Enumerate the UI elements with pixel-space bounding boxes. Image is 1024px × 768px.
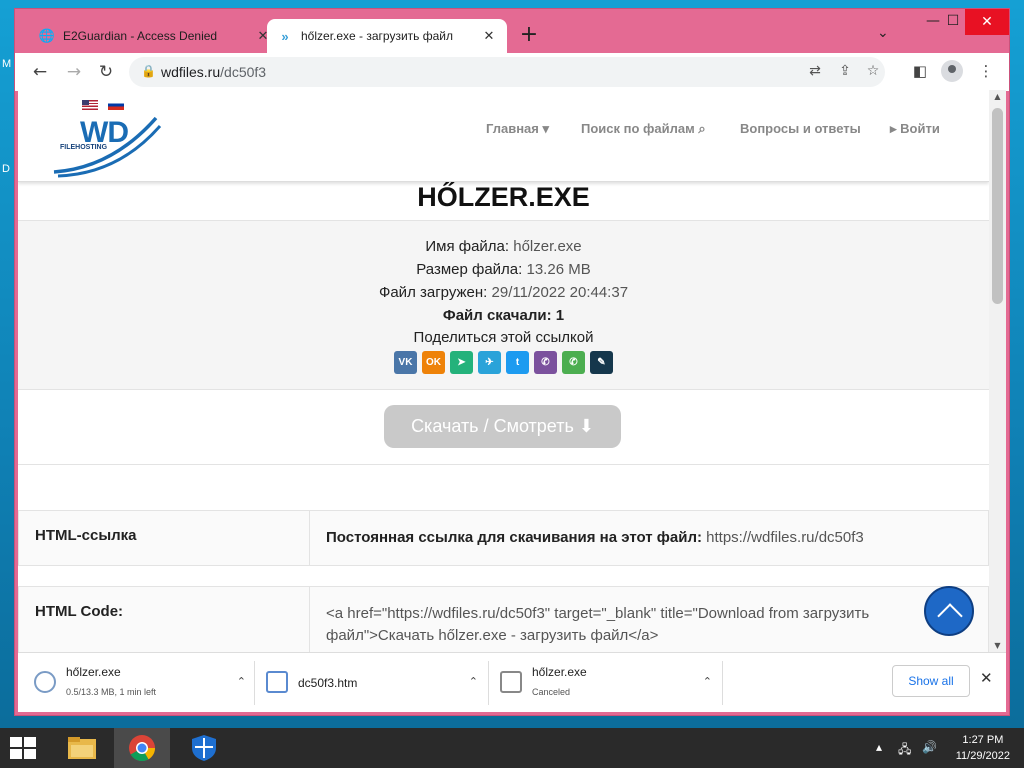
download-item[interactable]: dc50f3.htm ⌃ <box>256 661 488 705</box>
html-file-icon <box>266 671 288 693</box>
chevron-up-icon[interactable]: ⌃ <box>237 675 246 688</box>
nav-file-search[interactable]: Поиск по файлам ⌕ <box>581 121 706 137</box>
download-shelf: hőlzer.exe 0.5/13.3 MB, 1 min left ⌃ dc5… <box>18 652 1006 712</box>
table-row: HTML Code: <a href="https://wdfiles.ru/d… <box>18 586 989 652</box>
browser-toolbar: ← → ↻ 🔒 wdfiles.ru/dc50f3 ⇄ ⇪ ☆ ◧ ⋮ <box>15 53 1009 91</box>
download-name: dc50f3.htm <box>298 676 358 690</box>
download-status: 0.5/13.3 MB, 1 min left <box>66 687 157 697</box>
divider <box>254 661 255 705</box>
divider <box>722 661 723 705</box>
bookmark-star-icon[interactable]: ☆ <box>863 63 883 79</box>
share-viber-icon[interactable]: ✆ <box>534 351 557 374</box>
volume-icon[interactable]: 🔊 <box>922 740 937 754</box>
row-value[interactable]: <a href="https://wdfiles.ru/dc50f3" targ… <box>310 587 990 652</box>
table-row: HTML-ссылка Постоянная ссылка для скачив… <box>18 510 989 566</box>
close-shelf-icon[interactable]: ✕ <box>980 669 993 687</box>
download-name: hőlzer.exe <box>532 665 587 679</box>
reload-icon[interactable]: ↻ <box>95 62 117 82</box>
profile-avatar[interactable] <box>941 60 963 82</box>
url-text[interactable]: wdfiles.ru/dc50f3 <box>161 64 266 80</box>
scroll-up-arrow-icon[interactable]: ▲ <box>989 92 1006 101</box>
download-area: Скачать / Смотреть ⬇ <box>18 390 989 465</box>
desktop-icon-label: D <box>2 163 10 175</box>
download-item[interactable]: hőlzer.exe Canceled ⌃ <box>490 661 722 705</box>
tab-strip: 🌐 E2Guardian - Access Denied ✕ » hőlzer.… <box>15 9 1009 53</box>
share-vk-icon[interactable]: VK <box>394 351 417 374</box>
share-whatsapp-icon[interactable]: ✆ <box>562 351 585 374</box>
share-buttons: VK OK ➤ ✈ t ✆ ✆ ✎ <box>394 351 613 374</box>
windows-start-icon[interactable] <box>10 737 38 761</box>
side-panel-icon[interactable]: ◧ <box>909 62 931 80</box>
scrollbar-thumb[interactable] <box>992 108 1003 304</box>
tab-wdfiles[interactable]: » hőlzer.exe - загрузить файл ✕ <box>267 19 507 53</box>
globe-icon: 🌐 <box>38 28 56 43</box>
clock[interactable]: 1:27 PM 11/29/2022 <box>956 732 1010 764</box>
taskbar: ▴ 🖧 🔊 1:27 PM 11/29/2022 <box>0 728 1024 768</box>
download-item[interactable]: hőlzer.exe 0.5/13.3 MB, 1 min left ⌃ <box>24 661 256 705</box>
file-name-line: Имя файла: hőlzer.exe <box>425 238 582 255</box>
close-tab-icon[interactable]: ✕ <box>481 28 497 44</box>
scroll-to-top-button[interactable] <box>924 586 974 636</box>
file-uploaded-line: Файл загружен: 29/11/2022 20:44:37 <box>378 284 629 301</box>
tab-title: E2Guardian - Access Denied <box>63 29 218 43</box>
menu-kebab-icon[interactable]: ⋮ <box>975 62 997 80</box>
page-viewport: WD FILEHOSTING Главная ▾ Поиск по файлам… <box>18 90 1006 652</box>
download-view-button[interactable]: Скачать / Смотреть ⬇ <box>384 405 621 448</box>
exe-file-icon <box>500 671 522 693</box>
scroll-down-arrow-icon[interactable]: ▼ <box>989 641 1006 650</box>
exe-file-icon <box>34 671 56 693</box>
chevron-up-icon[interactable]: ⌃ <box>703 675 712 688</box>
file-info-panel: Имя файла: hőlzer.exe Размер файла: 13.2… <box>18 220 989 390</box>
tab-e2guardian[interactable]: 🌐 E2Guardian - Access Denied ✕ <box>29 19 281 53</box>
site-header: WD FILEHOSTING Главная ▾ Поиск по файлам… <box>18 90 989 182</box>
tab-title: hőlzer.exe - загрузить файл <box>301 29 453 43</box>
nav-faq[interactable]: Вопросы и ответы <box>740 121 861 136</box>
lock-icon[interactable]: 🔒 <box>141 64 156 78</box>
file-downloads-line: Файл скачали: 1 <box>442 307 565 324</box>
new-tab-button[interactable]: + <box>517 23 541 47</box>
share-telegram-icon[interactable]: ✈ <box>478 351 501 374</box>
translate-icon[interactable]: ⇄ <box>805 63 825 79</box>
share-livejournal-icon[interactable]: ✎ <box>590 351 613 374</box>
file-size-line: Размер файла: 13.26 MB <box>416 261 591 278</box>
nav-home[interactable]: Главная ▾ <box>486 121 549 137</box>
forward-arrow-icon[interactable]: → <box>63 62 85 82</box>
share-label: Поделиться этой ссылкой <box>413 329 594 346</box>
page-scrollbar[interactable]: ▲ ▼ <box>989 90 1006 652</box>
nav-login[interactable]: ▸ Войти <box>890 121 940 137</box>
chevron-up-icon[interactable]: ⌃ <box>469 675 478 688</box>
close-window-button[interactable]: ✕ <box>965 9 1009 35</box>
file-title: HŐLZER.EXE <box>417 182 590 212</box>
share-icon[interactable]: ⇪ <box>835 63 855 79</box>
site-favicon-icon: » <box>281 28 289 44</box>
share-ok-icon[interactable]: OK <box>422 351 445 374</box>
share-moimir-icon[interactable]: ➤ <box>450 351 473 374</box>
download-status: Canceled <box>532 687 571 697</box>
tab-search-chevron-icon[interactable]: ⌄ <box>877 25 889 41</box>
defender-shield-icon[interactable] <box>176 728 232 768</box>
row-label: HTML-ссылка <box>19 511 310 565</box>
download-name: hőlzer.exe <box>66 665 121 679</box>
row-value[interactable]: Постоянная ссылка для скачивания на этот… <box>310 511 990 565</box>
address-bar[interactable]: 🔒 wdfiles.ru/dc50f3 ⇄ ⇪ ☆ <box>129 57 885 87</box>
site-logo[interactable]: WD FILEHOSTING <box>52 116 162 178</box>
share-twitter-icon[interactable]: t <box>506 351 529 374</box>
divider <box>488 661 489 705</box>
show-all-button[interactable]: Show all <box>892 665 970 697</box>
network-icon[interactable]: 🖧 <box>898 740 911 761</box>
file-explorer-icon[interactable] <box>54 728 110 768</box>
back-arrow-icon[interactable]: ← <box>29 62 51 82</box>
english-flag-icon[interactable] <box>82 100 98 110</box>
russian-flag-icon[interactable] <box>108 100 124 110</box>
chrome-icon[interactable] <box>114 728 170 768</box>
desktop-icon-label: M <box>2 58 12 70</box>
row-label: HTML Code: <box>19 587 310 652</box>
tray-chevron-up-icon[interactable]: ▴ <box>876 740 882 754</box>
